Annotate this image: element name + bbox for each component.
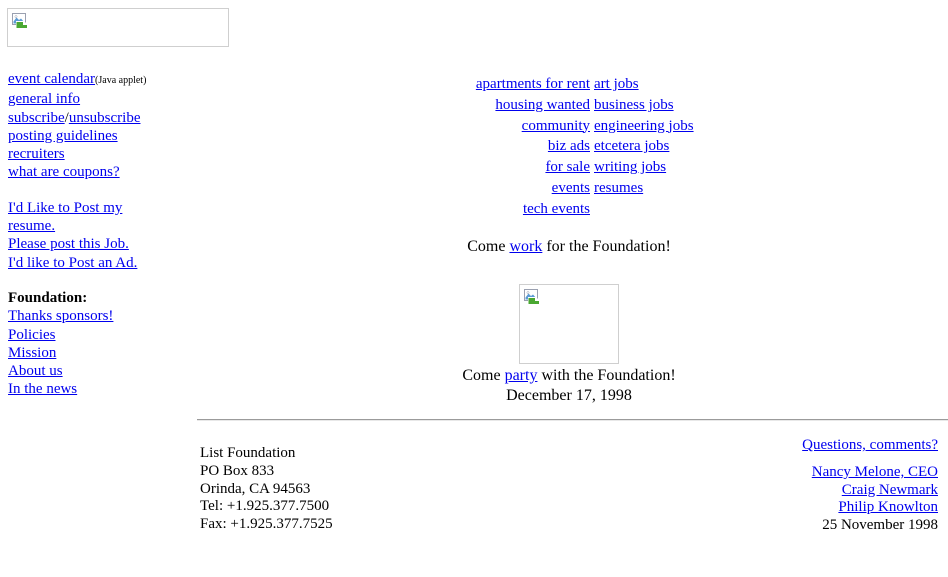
category-right-cell: resumes bbox=[594, 178, 948, 199]
link-nancy-melone[interactable]: Nancy Melone, CEO bbox=[812, 464, 938, 480]
category-row: apartments for rent art jobs bbox=[0, 74, 948, 95]
link-craig-newmark[interactable]: Craig Newmark bbox=[842, 482, 938, 498]
link-engineering-jobs[interactable]: engineering jobs bbox=[594, 118, 694, 134]
link-biz-ads[interactable]: biz ads bbox=[548, 138, 590, 154]
footer-date: 25 November 1998 bbox=[822, 517, 938, 534]
foundation-heading: Foundation: bbox=[8, 289, 88, 306]
link-etcetera-jobs[interactable]: etcetera jobs bbox=[594, 138, 669, 154]
come-work-line: Come work for the Foundation! bbox=[190, 238, 948, 256]
contact-person-row: Nancy Melone, CEO bbox=[802, 464, 938, 482]
link-philip-knowlton[interactable]: Philip Knowlton bbox=[838, 499, 938, 515]
link-questions-comments[interactable]: Questions, comments? bbox=[802, 437, 938, 453]
link-thanks-sponsors[interactable]: Thanks sponsors! bbox=[8, 308, 113, 324]
party-line-suffix: with the Foundation! bbox=[537, 367, 676, 384]
nav-item-post-job: Please post this Job. bbox=[8, 235, 188, 253]
nav-spacer-2 bbox=[8, 272, 188, 289]
category-left-cell: for sale bbox=[0, 157, 594, 178]
category-row: biz ads etcetera jobs bbox=[0, 136, 948, 157]
category-link-list: apartments for rent art jobs housing wan… bbox=[0, 74, 948, 220]
nav-item-thanks-sponsors: Thanks sponsors! bbox=[8, 307, 188, 325]
come-party-block: Come party with the Foundation! December… bbox=[190, 366, 948, 406]
nav-item-about-us: About us bbox=[8, 362, 188, 380]
banner-image-placeholder bbox=[7, 8, 229, 47]
nav-item-post-ad: I'd like to Post an Ad. bbox=[8, 254, 188, 272]
link-art-jobs[interactable]: art jobs bbox=[594, 76, 639, 92]
link-about-us[interactable]: About us bbox=[8, 363, 63, 379]
nav-item-policies: Policies bbox=[8, 326, 188, 344]
footer-address: List Foundation PO Box 833 Orinda, CA 94… bbox=[200, 445, 333, 533]
link-writing-jobs[interactable]: writing jobs bbox=[594, 159, 666, 175]
link-mission[interactable]: Mission bbox=[8, 345, 56, 361]
link-apartments-for-rent[interactable]: apartments for rent bbox=[476, 76, 590, 92]
party-date: December 17, 1998 bbox=[506, 387, 632, 404]
link-policies[interactable]: Policies bbox=[8, 327, 56, 343]
nav-item-in-the-news: In the news bbox=[8, 380, 188, 398]
category-row: events resumes bbox=[0, 178, 948, 199]
category-right-cell: engineering jobs bbox=[594, 116, 948, 137]
broken-image-icon bbox=[524, 289, 540, 305]
category-right-cell: etcetera jobs bbox=[594, 136, 948, 157]
category-left-cell: events bbox=[0, 178, 594, 199]
link-housing-wanted[interactable]: housing wanted bbox=[495, 97, 590, 113]
work-line-suffix: for the Foundation! bbox=[542, 238, 671, 255]
link-post-ad[interactable]: I'd like to Post an Ad. bbox=[8, 255, 137, 271]
horizontal-rule bbox=[197, 419, 948, 421]
center-image-placeholder bbox=[519, 284, 619, 364]
party-line: Come party with the Foundation! bbox=[190, 366, 948, 386]
party-line-prefix: Come bbox=[462, 367, 505, 384]
category-row: housing wanted business jobs bbox=[0, 95, 948, 116]
link-community[interactable]: community bbox=[522, 118, 590, 134]
category-left-cell: housing wanted bbox=[0, 95, 594, 116]
category-left-cell: tech events bbox=[0, 199, 594, 220]
link-business-jobs[interactable]: business jobs bbox=[594, 97, 674, 113]
link-work[interactable]: work bbox=[509, 238, 542, 255]
category-right-cell bbox=[594, 199, 948, 220]
category-left-cell: apartments for rent bbox=[0, 74, 594, 95]
category-row: tech events bbox=[0, 199, 948, 220]
broken-image-icon bbox=[12, 13, 28, 29]
questions-comments-line: Questions, comments? bbox=[802, 437, 938, 455]
nav-item-mission: Mission bbox=[8, 344, 188, 362]
link-events[interactable]: events bbox=[552, 180, 590, 196]
link-party[interactable]: party bbox=[505, 367, 538, 384]
link-tech-events[interactable]: tech events bbox=[523, 201, 590, 217]
category-right-cell: writing jobs bbox=[594, 157, 948, 178]
footer-contacts: Questions, comments? Nancy Melone, CEO C… bbox=[802, 437, 938, 535]
footer-spacer bbox=[802, 455, 938, 464]
category-right-cell: art jobs bbox=[594, 74, 948, 95]
link-in-the-news[interactable]: In the news bbox=[8, 381, 77, 397]
category-row: community engineering jobs bbox=[0, 116, 948, 137]
link-for-sale[interactable]: for sale bbox=[545, 159, 590, 175]
category-left-cell: biz ads bbox=[0, 136, 594, 157]
category-right-cell: business jobs bbox=[594, 95, 948, 116]
contact-person-row: Philip Knowlton bbox=[802, 499, 938, 517]
category-left-cell: community bbox=[0, 116, 594, 137]
contact-person-row: Craig Newmark bbox=[802, 482, 938, 500]
work-line-prefix: Come bbox=[467, 238, 510, 255]
link-resumes[interactable]: resumes bbox=[594, 180, 643, 196]
category-row: for sale writing jobs bbox=[0, 157, 948, 178]
link-post-job[interactable]: Please post this Job. bbox=[8, 236, 129, 252]
